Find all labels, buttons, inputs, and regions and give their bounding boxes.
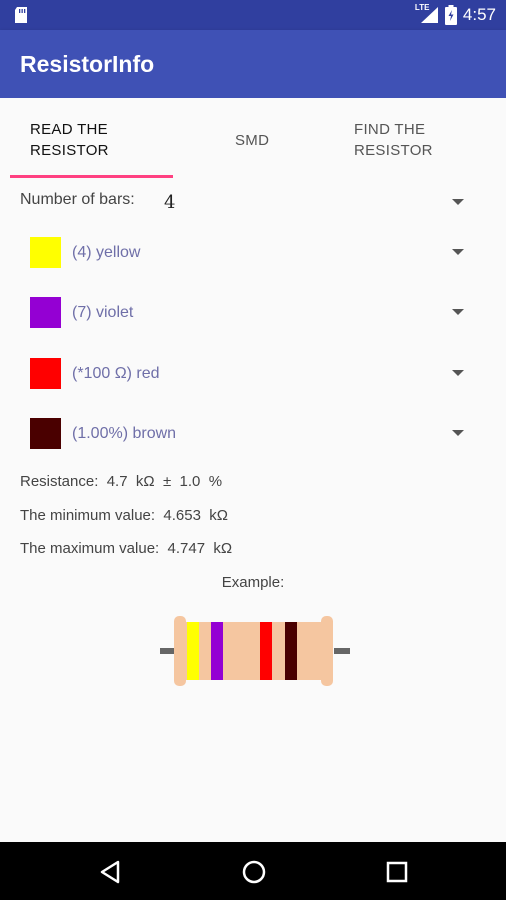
resistance-text: Resistance: 4.7 kΩ ± 1.0 % [20,473,223,490]
band-2-dropdown-icon [452,309,464,315]
maximum-value-text: The maximum value: 4.747 kΩ [20,540,233,557]
sd-card-icon [15,7,27,23]
resistor-right-lead [334,648,350,654]
status-time: 4:57 [462,5,496,24]
app-title: ResistorInfo [20,51,155,77]
band-1-spinner[interactable]: (4) yellow [0,229,506,277]
resistor-band-3 [260,622,272,680]
app-bar: ResistorInfo [0,30,506,98]
band-4-dropdown-icon [452,430,464,436]
band-3-dropdown-icon [452,370,464,376]
band-2-spinner[interactable]: (7) violet [0,289,506,337]
band-4-label: (1.00%) brown [72,425,177,442]
band-1-color-swatch [30,237,61,268]
number-of-bars-spinner[interactable]: 4 [164,192,175,213]
resistor-band-2 [211,622,223,680]
navigation-bar [0,842,506,900]
battery-icon [444,5,457,25]
band-1-label: (4) yellow [72,244,141,261]
tab-smd[interactable]: SMD [235,98,269,182]
number-of-bars-label: Number of bars: [20,191,135,208]
band-4-spinner[interactable]: (1.00%) brown [0,410,506,458]
band-2-color-swatch [30,297,61,328]
tab-indicator [10,175,173,178]
back-icon[interactable] [98,859,124,885]
band-3-label: (*100 Ω) red [72,365,160,382]
resistor-left-lead [160,648,176,654]
band-3-color-swatch [30,358,61,389]
home-icon[interactable] [241,859,267,885]
tab-find-the-resistor[interactable]: FIND THE RESISTOR [354,98,433,182]
band-3-spinner[interactable]: (*100 Ω) red [0,350,506,398]
lte-signal-icon: LTE [415,3,439,24]
tab-read-the-resistor[interactable]: READ THE RESISTOR [30,98,109,182]
tab-bar: READ THE RESISTOR SMD FIND THE RESISTOR [0,98,506,182]
resistor-band-1 [187,622,199,680]
resistor-band-4 [285,622,297,680]
resistor-body [184,622,324,680]
resistor-example-image [160,616,350,686]
band-4-color-swatch [30,418,61,449]
status-bar: LTE 4:57 [0,0,506,30]
example-label: Example: [221,574,285,591]
number-of-bars-dropdown-icon[interactable] [452,199,464,205]
recents-icon[interactable] [385,860,409,884]
band-1-dropdown-icon [452,249,464,255]
minimum-value-text: The minimum value: 4.653 kΩ [20,507,228,524]
band-2-label: (7) violet [72,304,134,321]
